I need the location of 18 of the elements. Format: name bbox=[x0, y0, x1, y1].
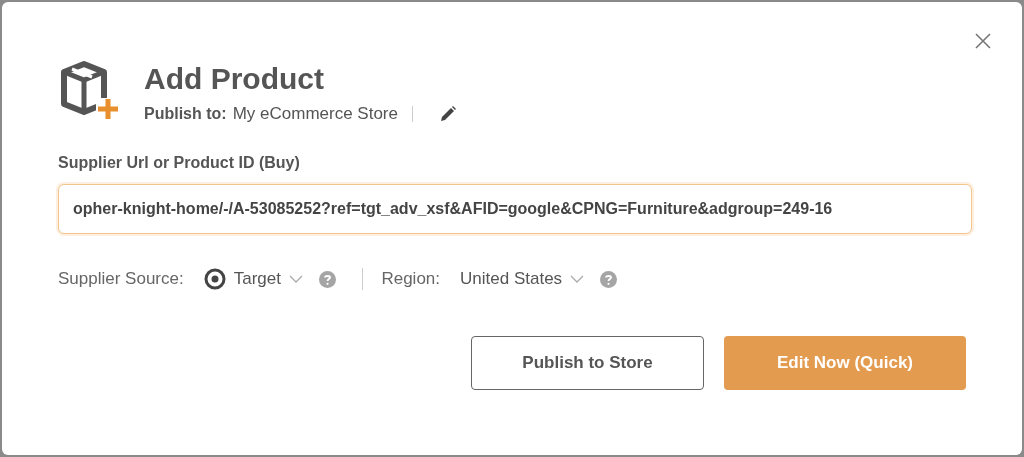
close-icon[interactable] bbox=[974, 32, 992, 50]
bullseye-icon bbox=[203, 268, 226, 290]
supplier-dropdown[interactable]: Target bbox=[203, 268, 303, 290]
supplier-source-label: Supplier Source: bbox=[58, 269, 184, 289]
box-plus-icon bbox=[58, 58, 120, 120]
publish-button[interactable]: Publish to Store bbox=[471, 336, 704, 390]
publish-label: Publish to: bbox=[144, 105, 227, 123]
field-label: Supplier Url or Product ID (Buy) bbox=[58, 154, 301, 172]
help-icon[interactable] bbox=[318, 270, 336, 288]
dialog-title: Add Product bbox=[144, 62, 325, 96]
help-icon[interactable] bbox=[600, 270, 618, 288]
region-label: Region: bbox=[381, 269, 441, 289]
url-input-field[interactable]: opher-knight-home/-/A-53085252?ref=tgt_adv_xsf&AFID=google&CPNG=Furniture&adgroup=249-16 bbox=[58, 184, 972, 234]
pencil-icon[interactable] bbox=[439, 105, 457, 123]
chevron-down-icon bbox=[288, 274, 303, 284]
region-dropdown[interactable]: United States bbox=[460, 269, 585, 289]
store-name: My eCommerce Store bbox=[232, 104, 398, 124]
chevron-down-icon bbox=[570, 274, 585, 284]
